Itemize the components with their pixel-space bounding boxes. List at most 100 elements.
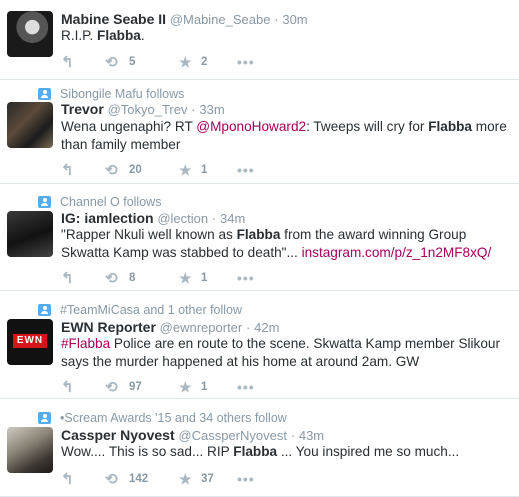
retweet-icon[interactable]: ⟲: [105, 269, 129, 287]
tweet-header: Mabine Seabe II @Mabine_Seabe · 30m: [61, 11, 308, 27]
tweet-text-segment: R.I.P.: [61, 28, 98, 43]
favorite-star-icon[interactable]: ★: [179, 54, 201, 71]
timestamp[interactable]: 34m: [220, 211, 245, 226]
more-dots-icon[interactable]: •••: [237, 379, 255, 395]
tweet-text-segment: Wena ungenaphi? RT: [61, 119, 197, 134]
favorite-count: 2: [201, 56, 208, 68]
person-follow-icon: [38, 88, 51, 100]
author-name[interactable]: EWN Reporter: [61, 319, 156, 335]
avatar[interactable]: [7, 102, 53, 148]
retweet-count: 8: [129, 272, 136, 284]
tweet-link[interactable]: #Flabba: [61, 336, 110, 351]
tweet-timeline: Mabine Seabe II @Mabine_Seabe · 30m R.I.P…: [0, 0, 519, 497]
author-name[interactable]: IG: iamlection: [61, 210, 154, 226]
tweet-text-segment: : Tweeps will cry for: [306, 119, 429, 134]
favorite-count: 37: [201, 473, 214, 485]
author-handle[interactable]: @CassperNyovest: [178, 428, 287, 443]
retweet-count: 142: [129, 473, 149, 485]
retweet-icon[interactable]: ⟲: [105, 470, 129, 488]
tweet-text-segment: Police are en route to the scene. Skwatt…: [61, 336, 501, 369]
tweet-item[interactable]: #TeamMiCasa and 1 other follow EWN EWN Rep…: [0, 291, 519, 399]
author-name[interactable]: Cassper Nyovest: [61, 427, 175, 443]
social-context[interactable]: Channel O follows: [38, 195, 161, 209]
social-context[interactable]: Sibongile Mafu follows: [38, 87, 184, 101]
tweet-actions: ↰ ⟲ 142 ★ 37 •••: [61, 470, 255, 489]
avatar[interactable]: [7, 11, 53, 57]
tweet-item[interactable]: Mabine Seabe II @Mabine_Seabe · 30m R.I.P…: [0, 0, 519, 80]
social-context-text[interactable]: Sibongile Mafu follows: [60, 87, 184, 101]
tweet-text-segment: ... You inspired me so much...: [277, 444, 460, 459]
timestamp[interactable]: 30m: [282, 12, 307, 27]
separator-dot: ·: [246, 320, 251, 335]
tweet-item[interactable]: Channel O follows IG: iamlection @lection…: [0, 184, 519, 291]
tweet-text-segment: "Rapper Nkuli well known as: [61, 227, 237, 242]
separator-dot: ·: [211, 211, 217, 226]
tweet-text: R.I.P. Flabba.: [61, 27, 513, 45]
social-context-text[interactable]: #TeamMiCasa and 1 other follow: [60, 303, 242, 317]
tweet-text: #Flabba Police are en route to the scene…: [61, 335, 513, 371]
person-follow-icon: [38, 196, 51, 208]
reply-icon[interactable]: ↰: [61, 269, 105, 287]
reply-icon[interactable]: ↰: [61, 378, 105, 396]
author-handle[interactable]: @ewnreporter: [160, 320, 243, 335]
timestamp[interactable]: 43m: [299, 428, 324, 443]
tweet-header: Trevor @Tokyo_Trev · 33m: [61, 101, 225, 117]
more-dots-icon[interactable]: •••: [237, 471, 255, 487]
highlighted-keyword: Flabba: [236, 227, 281, 242]
avatar[interactable]: [7, 427, 53, 473]
person-follow-icon: [38, 304, 51, 316]
ewn-logo-mark: EWN: [13, 334, 47, 348]
tweet-item[interactable]: •Scream Awards '15 and 34 others follow C…: [0, 399, 519, 497]
tweet-link[interactable]: instagram.com/p/z_1n2MF8xQ/: [302, 245, 492, 260]
tweet-link[interactable]: @MponoHoward2: [196, 119, 306, 134]
retweet-count: 5: [129, 56, 136, 68]
author-handle[interactable]: @Tokyo_Trev: [108, 102, 188, 117]
retweet-count: 97: [129, 381, 142, 393]
favorite-star-icon[interactable]: ★: [179, 379, 201, 396]
retweet-icon[interactable]: ⟲: [105, 53, 129, 71]
retweet-icon[interactable]: ⟲: [105, 378, 129, 396]
avatar[interactable]: EWN: [7, 319, 53, 365]
more-dots-icon[interactable]: •••: [237, 54, 255, 70]
tweet-header: Cassper Nyovest @CassperNyovest · 43m: [61, 427, 324, 443]
more-dots-icon[interactable]: •••: [237, 270, 255, 286]
favorite-star-icon[interactable]: ★: [179, 471, 201, 488]
separator-dot: ·: [290, 428, 296, 443]
tweet-text: Wena ungenaphi? RT @MponoHoward2: Tweeps…: [61, 118, 513, 154]
tweet-actions: ↰ ⟲ 8 ★ 1 •••: [61, 269, 255, 288]
favorite-star-icon[interactable]: ★: [179, 270, 201, 287]
retweet-icon[interactable]: ⟲: [105, 161, 129, 179]
tweet-text: Wow.... This is so sad... RIP Flabba ...…: [61, 443, 513, 461]
author-handle[interactable]: @lection: [157, 211, 208, 226]
separator-dot: ·: [274, 12, 279, 27]
reply-icon[interactable]: ↰: [61, 470, 105, 488]
favorite-star-icon[interactable]: ★: [179, 162, 201, 179]
social-context-text[interactable]: Channel O follows: [60, 195, 161, 209]
tweet-text: "Rapper Nkuli well known as Flabba from …: [61, 226, 513, 262]
reply-icon[interactable]: ↰: [61, 53, 105, 71]
social-context[interactable]: #TeamMiCasa and 1 other follow: [38, 303, 242, 317]
tweet-actions: ↰ ⟲ 5 ★ 2 •••: [61, 53, 255, 72]
author-handle[interactable]: @Mabine_Seabe: [170, 12, 271, 27]
favorite-count: 1: [201, 164, 208, 176]
retweet-count: 20: [129, 164, 142, 176]
timestamp[interactable]: 33m: [199, 102, 224, 117]
tweet-text-segment: .: [140, 28, 145, 43]
tweet-text-segment: Wow.... This is so sad... RIP: [61, 444, 234, 459]
social-context[interactable]: •Scream Awards '15 and 34 others follow: [38, 411, 287, 425]
social-context-text[interactable]: •Scream Awards '15 and 34 others follow: [60, 411, 287, 425]
avatar[interactable]: [7, 211, 53, 257]
tweet-item[interactable]: Sibongile Mafu follows Trevor @Tokyo_Trev…: [0, 80, 519, 184]
tweet-header: EWN Reporter @ewnreporter · 42m: [61, 319, 279, 335]
reply-icon[interactable]: ↰: [61, 161, 105, 179]
author-name[interactable]: Mabine Seabe II: [61, 11, 166, 27]
favorite-count: 1: [201, 272, 208, 284]
author-name[interactable]: Trevor: [61, 101, 104, 117]
timestamp[interactable]: 42m: [254, 320, 279, 335]
highlighted-keyword: Flabba: [428, 119, 472, 134]
more-dots-icon[interactable]: •••: [237, 162, 255, 178]
person-follow-icon: [38, 412, 51, 424]
tweet-actions: ↰ ⟲ 97 ★ 1 •••: [61, 378, 255, 397]
highlighted-keyword: Flabba: [97, 28, 141, 43]
tweet-actions: ↰ ⟲ 20 ★ 1 •••: [61, 161, 255, 180]
